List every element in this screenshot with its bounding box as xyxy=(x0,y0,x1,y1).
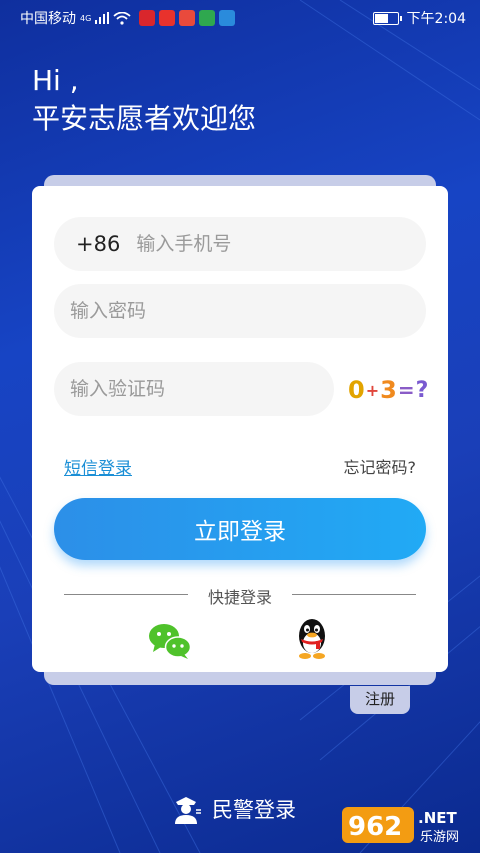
police-login-button[interactable]: 民警登录 xyxy=(172,794,296,824)
police-login-label: 民警登录 xyxy=(212,798,296,822)
watermark-label: 乐游网 xyxy=(420,830,459,845)
login-button[interactable]: 立即登录 xyxy=(54,498,426,560)
password-input[interactable] xyxy=(68,299,426,323)
quick-login-label: 快捷登录 xyxy=(207,588,272,607)
battery-icon xyxy=(372,11,402,25)
carrier-label: 中国移动 xyxy=(20,11,76,27)
watermark-suffix: .NET xyxy=(418,809,457,827)
clock: 下午2:04 xyxy=(406,11,466,27)
login-card: +86 0 + 3 = ? 短信登录 忘记密码? 立即登录 快捷登录 xyxy=(32,186,448,672)
captcha-char: 3 xyxy=(380,376,398,404)
watermark-logo: 962 .NET 乐游网 xyxy=(342,807,459,845)
captcha-char: 0 xyxy=(348,376,366,404)
greeting: Hi , 平安志愿者欢迎您 xyxy=(32,64,256,138)
country-code[interactable]: +86 xyxy=(76,232,120,256)
weibo-icon xyxy=(159,10,176,26)
site-watermark: 962 .NET 乐游网 xyxy=(342,803,472,847)
captcha-image[interactable]: 0 + 3 = ? xyxy=(348,375,428,405)
network-label: 4G xyxy=(80,13,92,23)
quick-login-divider: 快捷登录 xyxy=(64,584,416,607)
password-field[interactable] xyxy=(54,284,426,338)
police-icon xyxy=(175,797,201,824)
captcha-input[interactable] xyxy=(68,377,334,401)
wechat-login-button[interactable] xyxy=(148,622,192,660)
signal-icon xyxy=(95,12,110,24)
captcha-char: = xyxy=(397,378,416,402)
wechat-icon xyxy=(149,624,192,659)
register-tab[interactable]: 注册 xyxy=(350,686,410,714)
sms-login-link[interactable]: 短信登录 xyxy=(64,454,132,479)
qq-login-button[interactable] xyxy=(294,616,330,660)
greeting-hi: Hi , xyxy=(32,64,79,97)
video-app-icon xyxy=(199,10,216,26)
red-app-icon xyxy=(179,10,196,26)
browser-icon xyxy=(219,10,236,26)
greeting-welcome: 平安志愿者欢迎您 xyxy=(32,102,257,135)
captcha-char: ? xyxy=(415,377,430,403)
phone-input[interactable] xyxy=(134,232,426,256)
netease-news-icon xyxy=(139,10,156,26)
watermark-number: 962 xyxy=(348,812,402,842)
qq-icon xyxy=(299,619,325,659)
phone-field[interactable]: +86 xyxy=(54,217,426,271)
forgot-password-link[interactable]: 忘记密码? xyxy=(344,454,417,478)
divider-line xyxy=(292,594,416,595)
code-field[interactable] xyxy=(54,362,334,416)
status-bar: 中国移动 4G 下午2:04 xyxy=(0,0,480,34)
wifi-icon xyxy=(113,11,131,25)
captcha-char: + xyxy=(365,380,381,400)
